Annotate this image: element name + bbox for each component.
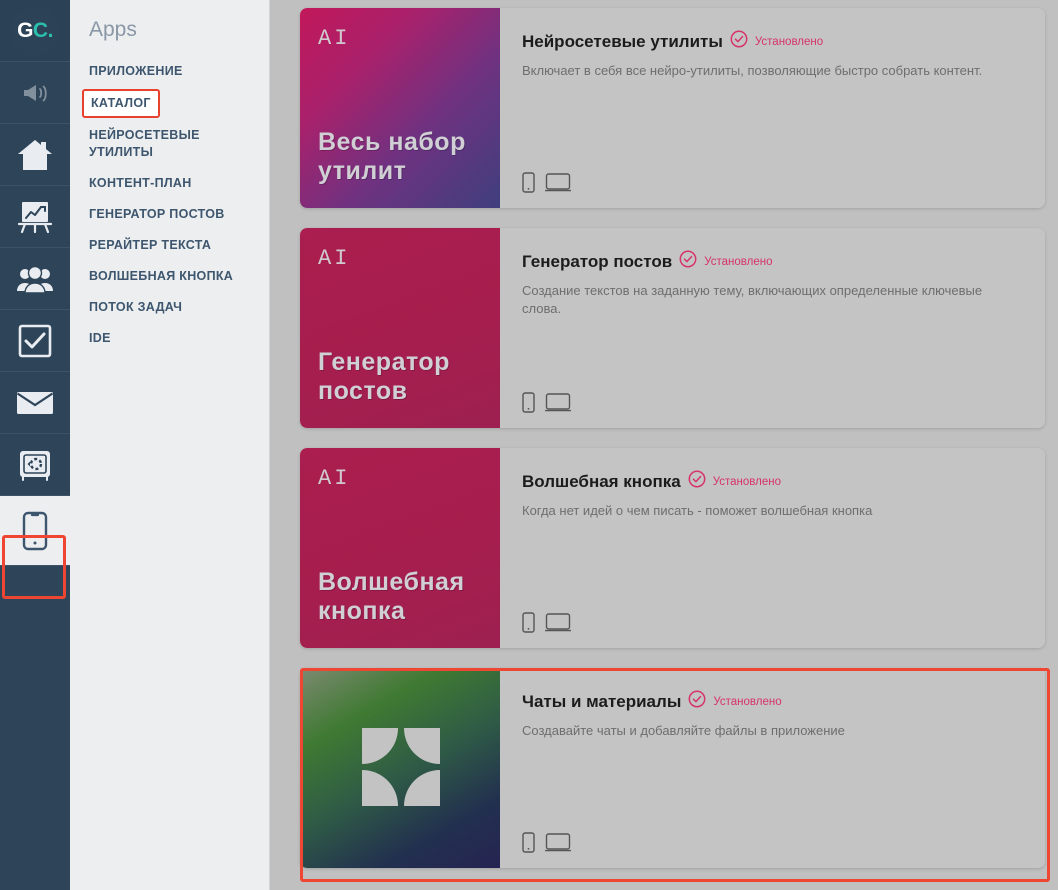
sidebar-nav-panel: Apps ПРИЛОЖЕНИЕ КАТАЛОГ НЕЙРОСЕТЕВЫЕ УТИ… [70,0,270,890]
desktop-icon [545,612,571,633]
mail-icon [16,390,54,416]
logo-letter-c: C. [32,18,54,42]
installed-check-icon [679,250,697,273]
app-thumbnail: AI Генератор постов [300,228,500,428]
rail-item-mail[interactable] [0,372,70,434]
app-title-row: Чаты и материалы Установлено [522,690,1023,713]
app-title: Нейросетевые утилиты [522,31,723,51]
sidebar-item-magic-button[interactable]: ВОЛШЕБНАЯ КНОПКА [89,261,249,292]
rail-item-tasks[interactable] [0,310,70,372]
app-title: Волшебная кнопка [522,471,681,491]
app-card-chats-and-materials[interactable]: Чаты и материалы Установлено Создавайте … [300,668,1045,868]
app-card-post-generator[interactable]: AI Генератор постов Генератор постов Уст… [300,228,1045,428]
thumbnail-caption: Весь набор утилит [318,128,466,185]
sidebar-item-content-plan[interactable]: КОНТЕНТ-ПЛАН [89,168,249,199]
status-badge: Установлено [704,255,773,268]
rail-item-mobile-app[interactable] [0,496,70,566]
brand-logo[interactable]: G C. [0,0,70,62]
checkbox-icon [18,324,52,358]
safe-icon [18,449,52,481]
home-icon [16,138,54,172]
app-window: G C. Apps ПРИЛОЖЕНИЕ КАТАЛОГ НЕЙРОСЕТЕВЫ… [0,0,1058,890]
rail-item-users[interactable] [0,248,70,310]
mobile-icon [522,832,535,853]
rail-item-megaphone[interactable] [0,62,70,124]
app-card-body: Чаты и материалы Установлено Создавайте … [500,668,1045,868]
rail-item-safe[interactable] [0,434,70,496]
app-thumbnail: AI Волшебная кнопка [300,448,500,648]
ai-badge-label: AI [318,246,351,271]
thumbnail-caption: Генератор постов [318,348,450,405]
sidebar-item-catalog[interactable]: КАТАЛОГ [82,89,160,118]
installed-check-icon [688,470,706,493]
gc-logo-icon: G C. [10,5,60,56]
app-card-body: Генератор постов Установлено Создание те… [500,228,1045,428]
megaphone-icon [21,82,49,104]
ai-badge-label: AI [318,26,351,51]
mobile-icon [522,392,535,413]
platform-icons [522,612,571,633]
app-title-row: Волшебная кнопка Установлено [522,470,1023,493]
rail-item-analytics[interactable] [0,186,70,248]
status-badge: Установлено [713,695,782,708]
installed-check-icon [730,30,748,53]
app-card-body: Волшебная кнопка Установлено Когда нет и… [500,448,1045,648]
icon-rail: G C. [0,0,70,890]
app-thumbnail: AI Весь набор утилит [300,8,500,208]
catalog-card-list: AI Весь набор утилит Нейросетевые утилит… [270,0,1058,890]
thumbnail-caption: Волшебная кнопка [318,568,465,625]
status-badge: Установлено [754,35,824,48]
page-title: Apps [89,18,137,41]
platform-icons [522,832,571,853]
mobile-icon [522,612,535,633]
desktop-icon [545,392,571,413]
platform-icons [522,172,571,193]
app-description: Создавайте чаты и добавляйте файлы в при… [522,723,845,738]
app-card-neural-utilities[interactable]: AI Весь набор утилит Нейросетевые утилит… [300,8,1045,208]
sidebar-item-post-generator[interactable]: ГЕНЕРАТОР ПОСТОВ [89,199,249,230]
app-description: Когда нет идей о чем писать - поможет во… [522,503,873,518]
app-card-magic-button[interactable]: AI Волшебная кнопка Волшебная кнопка Уст… [300,448,1045,648]
chats-pinwheel-logo-icon [360,726,442,808]
app-title: Генератор постов [522,251,673,271]
status-badge: Установлено [712,475,781,488]
analytics-easel-icon [17,200,53,234]
app-description: Создание текстов на заданную тему, включ… [522,283,983,316]
rail-item-home[interactable] [0,124,70,186]
app-title: Чаты и материалы [522,691,682,711]
sidebar-item-task-flow[interactable]: ПОТОК ЗАДАЧ [89,292,249,323]
app-card-body: Нейросетевые утилиты Установлено Включае… [500,8,1045,208]
sidebar-item-application[interactable]: ПРИЛОЖЕНИЕ [89,56,249,87]
installed-check-icon [688,690,706,713]
desktop-icon [545,172,571,193]
logo-letter-g: G [17,18,33,42]
app-title-row: Нейросетевые утилиты Установлено [522,30,1023,53]
ai-badge-label: AI [318,466,351,491]
desktop-icon [545,832,571,853]
sidebar-item-neural-utilities[interactable]: НЕЙРОСЕТЕВЫЕ УТИЛИТЫ [89,120,249,168]
mobile-app-icon [22,511,48,551]
app-title-row: Генератор постов Установлено [522,250,1023,273]
app-description: Включает в себя все нейро-утилиты, позво… [522,63,983,78]
sidebar-item-ide[interactable]: IDE [89,323,249,354]
sidebar-item-list: ПРИЛОЖЕНИЕ КАТАЛОГ НЕЙРОСЕТЕВЫЕ УТИЛИТЫ … [70,56,269,354]
app-thumbnail [300,668,500,868]
platform-icons [522,392,571,413]
sidebar-item-text-rewriter[interactable]: РЕРАЙТЕР ТЕКСТА [89,230,249,261]
users-icon [16,264,54,294]
mobile-icon [522,172,535,193]
